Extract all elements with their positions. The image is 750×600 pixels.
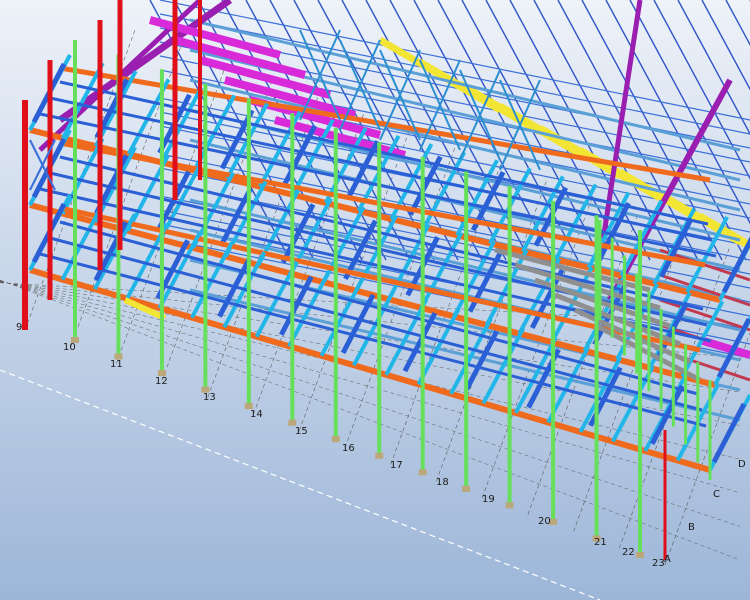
floor-girder [711, 402, 747, 464]
grid-label-22: 22 [622, 547, 635, 558]
grid-label-18: 18 [436, 477, 449, 488]
grid-label-13: 13 [203, 392, 216, 403]
grid-line-letter [0, 280, 741, 527]
column-base-plate [462, 485, 471, 492]
grid-label-15: 15 [295, 426, 308, 437]
grid-label-11: 11 [110, 359, 123, 370]
grid-label-19: 19 [482, 494, 495, 505]
grid-label-23: 23 [652, 558, 665, 569]
grid-line-numeric [344, 147, 456, 448]
column-base-plate [331, 436, 340, 443]
column-base-plate [375, 452, 384, 459]
grid-label-10: 10 [63, 342, 76, 353]
grid-label-d: D [738, 459, 746, 470]
column-base-plate [636, 552, 644, 558]
grid-label-c: C [713, 489, 720, 500]
column-base-plate [418, 469, 427, 476]
grid-label-a: A [664, 554, 671, 565]
grid-label-9: 9 [16, 322, 22, 333]
grid-label-21: 21 [594, 537, 607, 548]
grid-label-b: B [688, 522, 695, 533]
column-base-plate [505, 502, 514, 509]
grid-label-17: 17 [390, 460, 403, 471]
grid-label-20: 20 [538, 516, 551, 527]
structural-model-scene: 9 10 11 12 13 14 15 16 17 18 19 20 21 22 23 A B C D [0, 0, 750, 600]
grid-label-14: 14 [250, 409, 263, 420]
model-viewport[interactable]: 9 10 11 12 13 14 15 16 17 18 19 20 21 22 23 A B C D [0, 0, 750, 600]
floor-girder [649, 384, 685, 445]
grid-label-12: 12 [155, 376, 168, 387]
grid-label-16: 16 [342, 443, 355, 454]
column-bases [71, 337, 644, 558]
column-base-plate [288, 419, 297, 426]
